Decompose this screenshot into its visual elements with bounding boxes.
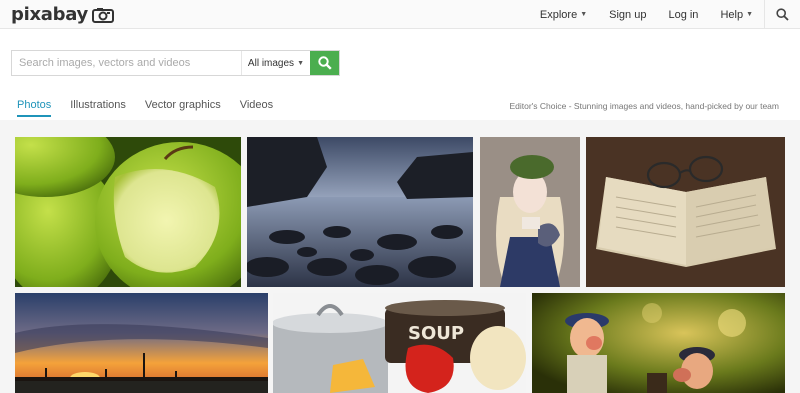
search-bar: All images ▼ [11, 50, 340, 76]
photo-grid: SOUP [0, 120, 800, 393]
photo-girl-doll[interactable] [480, 137, 580, 287]
svg-text:SOUP: SOUP [408, 323, 464, 344]
nav-login[interactable]: Log in [657, 0, 709, 29]
nav-explore[interactable]: Explore ▼ [529, 0, 598, 29]
media-tabs: Photos Illustrations Vector graphics Vid… [17, 99, 292, 117]
tab-illustrations[interactable]: Illustrations [70, 99, 126, 117]
editors-choice-note: Editor's Choice - Stunning images and vi… [509, 101, 779, 111]
search-input[interactable] [12, 51, 241, 75]
photo-book-glasses[interactable] [586, 137, 785, 287]
figurines-image [532, 293, 785, 393]
photo-sunset-pier[interactable] [15, 293, 268, 393]
tab-vector-graphics[interactable]: Vector graphics [145, 99, 221, 117]
nav-help[interactable]: Help ▼ [709, 0, 764, 29]
pixabay-logo[interactable]: pixabay [11, 4, 114, 25]
tab-videos[interactable]: Videos [240, 99, 273, 117]
search-button[interactable] [310, 51, 339, 75]
tab-photos[interactable]: Photos [17, 99, 52, 117]
apples-image [15, 137, 241, 287]
caret-down-icon: ▼ [746, 11, 753, 18]
image-type-selected: All images [247, 57, 295, 69]
photo-figurines[interactable] [532, 293, 785, 393]
caret-down-icon: ▼ [580, 11, 588, 18]
search-icon [776, 8, 789, 21]
photo-cooking-pots-soup[interactable]: SOUP [273, 293, 526, 393]
photo-rocky-beach[interactable] [247, 137, 473, 287]
beach-image [247, 137, 473, 287]
caret-down-icon: ▼ [297, 59, 304, 67]
nav-signup[interactable]: Sign up [598, 0, 657, 29]
header-search-button[interactable] [764, 0, 800, 29]
top-navbar: pixabay Explore ▼ Sign up Log in Help ▼ [0, 0, 800, 29]
photo-green-apples[interactable] [15, 137, 241, 287]
image-type-select[interactable]: All images ▼ [240, 51, 310, 75]
doll-image [480, 137, 580, 287]
hero-section: All images ▼ Photos Illustrations Vector… [0, 29, 800, 120]
logo-text: pixabay [11, 4, 88, 25]
camera-icon [91, 7, 114, 23]
search-icon [317, 56, 332, 70]
nav-explore-label: Explore [539, 8, 578, 21]
main-nav: Explore ▼ Sign up Log in Help ▼ [529, 0, 800, 29]
sunset-image [15, 293, 268, 393]
soup-image: SOUP [273, 293, 526, 393]
nav-signup-label: Sign up [609, 8, 647, 21]
nav-help-label: Help [720, 8, 744, 21]
book-image [586, 137, 785, 287]
nav-login-label: Log in [668, 8, 699, 21]
